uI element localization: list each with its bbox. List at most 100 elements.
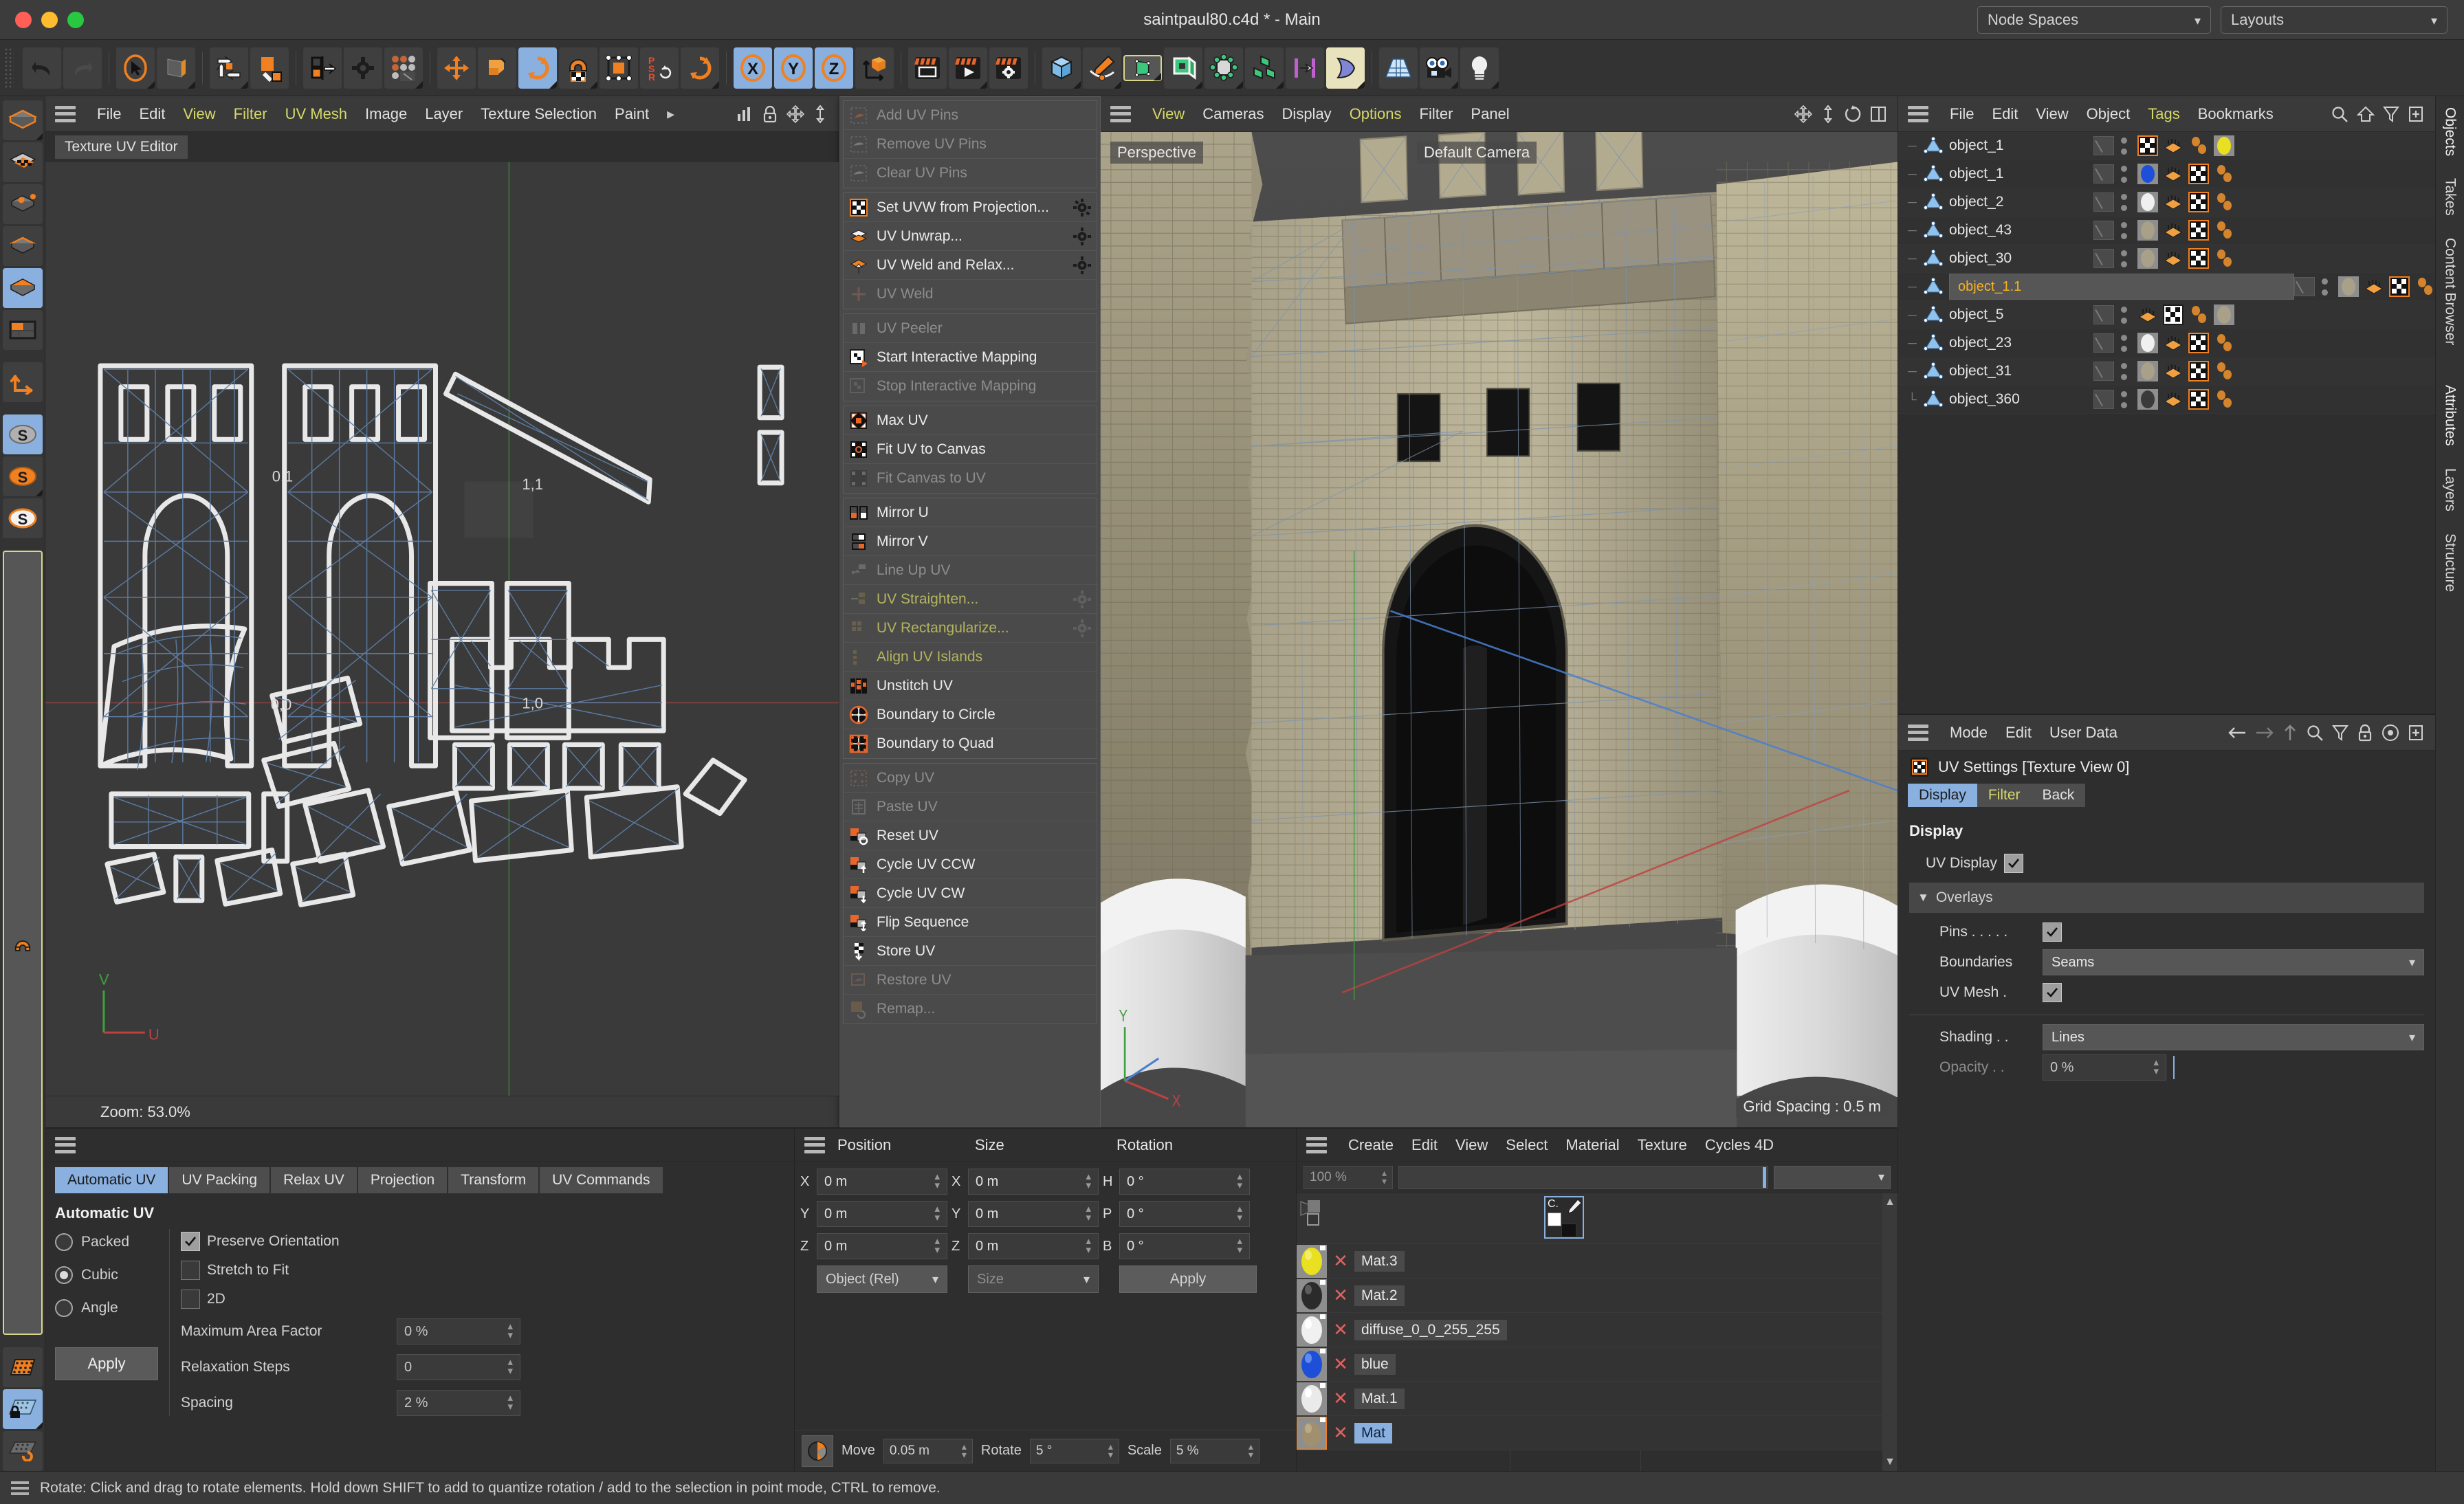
checkbox-2d[interactable]: 2D [181,1290,520,1309]
uv-menuitem-fit-canvas-to-uv[interactable]: Fit Canvas to UV [844,464,1097,493]
settings-gear-icon[interactable] [1073,256,1091,274]
up-arrow-icon[interactable] [2282,724,2298,742]
visibility-toggle[interactable] [2093,221,2114,240]
stepper-arrows-icon[interactable]: ▴ ▾ [1382,1168,1387,1186]
add-icon[interactable] [2408,724,2424,742]
remove-material-icon[interactable]: ✕ [1327,1250,1354,1272]
visibility-dots[interactable] [2118,193,2129,211]
material-tag-icon[interactable] [2137,192,2158,212]
remove-material-icon[interactable]: ✕ [1327,1422,1354,1444]
size-z-input[interactable]: 0 m ▴ ▾ [968,1233,1099,1259]
uv-menu-layer[interactable]: Layer [416,102,472,126]
psr-button[interactable]: PSR [640,47,679,89]
panel-menu-icon[interactable] [804,1136,825,1153]
uv-menu-texture-selection[interactable]: Texture Selection [472,102,606,126]
workplane-grid-button[interactable] [2,1347,43,1387]
viewport-menu-filter[interactable]: Filter [1411,102,1462,126]
visibility-dots[interactable] [2118,137,2129,155]
object-name[interactable]: object_23 [1949,335,2093,351]
search-icon[interactable] [2306,724,2324,742]
phong-tag-icon[interactable] [2163,333,2184,353]
vtab-objects[interactable]: Objects [2435,96,2464,167]
remove-material-icon[interactable]: ✕ [1327,1285,1354,1306]
uv-menuitem-mirror-u[interactable]: Mirror U [844,498,1097,527]
uv-menuitem-reset-uv[interactable]: Reset UV [844,821,1097,850]
remove-material-icon[interactable]: ✕ [1327,1319,1354,1340]
settings-gear-icon[interactable] [1073,590,1091,608]
phong-tag-icon[interactable] [2163,164,2184,184]
uv-menuitem-max-uv[interactable]: Max UV [844,406,1097,435]
uv-menuitem-start-interactive-mapping[interactable]: Start Interactive Mapping [844,343,1097,372]
tab-uv-commands[interactable]: UV Commands [540,1167,663,1193]
om-menu-file[interactable]: File [1941,102,1983,126]
forward-arrow-icon[interactable] [2255,725,2274,740]
visibility-dots[interactable] [2118,250,2129,267]
stepper-arrows-icon[interactable]: ▴ ▾ [1237,1204,1242,1222]
selection-tag-icon[interactable] [2214,361,2234,381]
material-row[interactable]: ✕ Mat [1297,1416,1898,1450]
material-row[interactable]: ✕ Mat.1 [1297,1382,1898,1416]
stepper-arrows-icon[interactable]: ▴ ▾ [507,1321,513,1340]
shading-dropdown[interactable]: Lines [2043,1024,2424,1050]
panel-menu-icon[interactable] [1908,724,1928,741]
material-row[interactable]: ✕ Mat.2 [1297,1279,1898,1313]
maximum-area-factor-input[interactable]: 0 % ▴ ▾ [397,1318,520,1345]
tab-relax-uv[interactable]: Relax UV [271,1167,357,1193]
table-row[interactable]: ─ object_5 [1898,301,2435,329]
phong-tag-icon[interactable] [2364,276,2384,297]
stepper-arrows-icon[interactable]: ▴ ▾ [934,1171,940,1190]
size-x-input[interactable]: 0 m ▴ ▾ [968,1169,1099,1195]
material-tag-icon[interactable] [2137,164,2158,184]
scale-tool-button[interactable] [478,47,516,89]
uv-menuitem-paste-uv[interactable]: Paste UV [844,793,1097,821]
material-tag-icon[interactable] [2214,135,2234,156]
add-icon[interactable] [2408,105,2424,123]
layouts-dropdown[interactable]: Layouts [2221,5,2448,34]
remove-material-icon[interactable]: ✕ [1327,1353,1354,1375]
node-spaces-dropdown[interactable]: Node Spaces [1977,5,2211,34]
checkbox-stretch-to-fit[interactable]: Stretch to Fit [181,1261,520,1280]
attr-menu-edit[interactable]: Edit [1996,721,2040,744]
position-mode-dropdown[interactable]: Object (Rel) [817,1265,947,1293]
settings-gear-icon[interactable] [1073,619,1091,637]
vtab-attributes[interactable]: Attributes [2435,374,2464,457]
material-list-scrollbar[interactable]: ▲ ▼ [1882,1193,1898,1471]
snap-settings-button[interactable]: S [2,498,43,538]
axis-lock-button[interactable] [384,47,423,89]
uv-menu-filter[interactable]: Filter [225,102,276,126]
uv-commands-menu[interactable]: Add UV Pins Remove UV Pins Clear UV Pins [839,96,1101,1127]
size-y-input[interactable]: 0 m ▴ ▾ [968,1201,1099,1227]
rotate-tool-button[interactable] [518,47,557,89]
material-menu-texture[interactable]: Texture [1629,1133,1696,1157]
texture-axis-button[interactable] [250,47,289,89]
stepper-arrows-icon[interactable]: ▴ ▾ [507,1393,513,1411]
radio-packed[interactable]: Packed [55,1233,158,1251]
pins-checkbox[interactable] [2043,922,2062,942]
viewport-3d[interactable]: Y X Perspective Default Camera Grid Spac… [1101,132,1898,1127]
lock-icon[interactable] [2357,724,2373,742]
size-mode-dropdown[interactable]: Size [968,1265,1099,1293]
stepper-arrows-icon[interactable]: ▴ ▾ [934,1204,940,1222]
coordinates-apply-button[interactable]: Apply [1119,1265,1257,1293]
uv-menuitem-uv-peeler[interactable]: UV Peeler [844,314,1097,343]
window-controls[interactable] [15,11,84,28]
overlays-group-header[interactable]: ▼ Overlays [1909,883,2424,913]
uv-menu-uv-mesh[interactable]: UV Mesh [276,102,356,126]
axis-x-button[interactable]: X [734,47,772,89]
lock-icon[interactable] [762,105,778,123]
vtab-takes[interactable]: Takes [2435,167,2464,227]
scale-view-icon[interactable] [1820,104,1836,123]
visibility-toggle[interactable] [2093,362,2114,381]
polygons-mode-button[interactable] [2,268,43,308]
enable-axis-button[interactable] [303,47,342,89]
tab-projection[interactable]: Projection [358,1167,448,1193]
phong-tag-icon[interactable] [2163,389,2184,410]
table-row[interactable]: ─ object_2 [1898,188,2435,217]
opacity-input[interactable]: 0 % ▴ ▾ [2043,1054,2166,1081]
scroll-down-icon[interactable]: ▼ [1884,1456,1895,1468]
uv-menuitem-align-uv-islands[interactable]: Align UV Islands [844,643,1097,672]
radio-angle[interactable]: Angle [55,1299,158,1317]
tab-filter[interactable]: Filter [1977,784,2032,807]
material-name[interactable]: blue [1354,1353,1396,1375]
camera-button[interactable] [1420,47,1458,89]
